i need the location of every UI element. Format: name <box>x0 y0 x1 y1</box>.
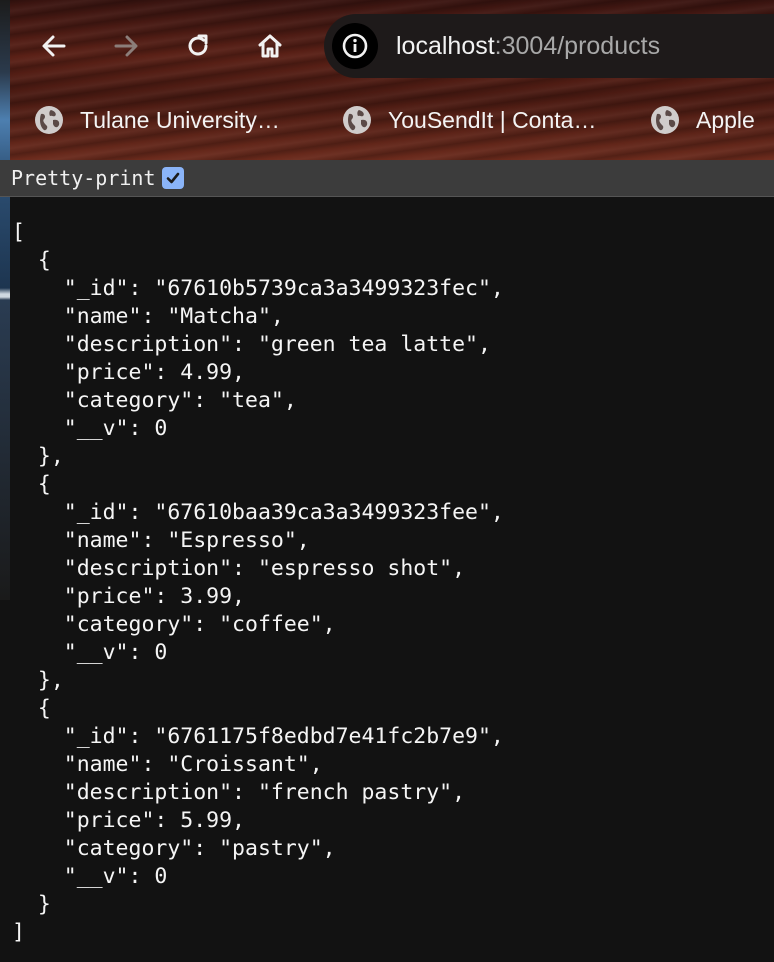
home-icon <box>258 34 282 58</box>
forward-button[interactable] <box>106 26 146 66</box>
json-line: ] <box>12 920 25 945</box>
pretty-print-bar: Pretty-print <box>0 160 774 197</box>
json-line: "_id": "67610baa39ca3a3499323fee", <box>12 500 504 525</box>
reload-icon <box>188 34 208 56</box>
bookmark-tulane[interactable]: Tulane University… <box>34 103 280 137</box>
home-button[interactable] <box>250 26 290 66</box>
json-line: "description": "espresso shot", <box>12 556 466 581</box>
json-line: "_id": "6761175f8edbd7e41fc2b7e9", <box>12 724 504 749</box>
json-line: "name": "Croissant", <box>12 752 323 777</box>
json-line: { <box>12 696 51 721</box>
bookmark-label: YouSendIt | Conta… <box>388 106 597 133</box>
globe-icon <box>343 106 371 134</box>
json-line: "category": "pastry", <box>12 836 336 861</box>
json-line: "category": "tea", <box>12 388 297 413</box>
json-line: "description": "green tea latte", <box>12 332 491 357</box>
browser-chrome: localhost:3004/products Tulane Universit… <box>10 0 774 160</box>
json-line: } <box>12 892 51 917</box>
json-line: { <box>12 248 51 273</box>
json-line: }, <box>12 444 64 469</box>
json-line: "category": "coffee", <box>12 612 336 637</box>
info-icon <box>342 33 368 59</box>
address-bar[interactable]: localhost:3004/products <box>324 14 774 78</box>
bookmark-label: Tulane University… <box>80 106 280 133</box>
globe-icon <box>651 106 679 134</box>
globe-icon <box>35 106 63 134</box>
json-content: [ { "_id": "67610b5739ca3a3499323fec", "… <box>12 219 504 947</box>
background-window-edge <box>0 0 10 600</box>
checkmark-icon <box>166 172 179 184</box>
url-path: :3004/products <box>494 31 661 60</box>
arrow-left-icon <box>42 35 66 57</box>
bookmark-yousendit[interactable]: YouSendIt | Conta… <box>342 103 596 137</box>
arrow-right-icon <box>114 35 138 57</box>
back-button[interactable] <box>34 26 74 66</box>
reload-button[interactable] <box>178 26 218 66</box>
json-line: { <box>12 472 51 497</box>
bookmark-label: Apple <box>696 106 755 133</box>
bookmark-apple[interactable]: Apple <box>650 103 755 137</box>
json-line: "_id": "67610b5739ca3a3499323fec", <box>12 276 504 301</box>
json-line: "__v": 0 <box>12 416 168 441</box>
json-line: "__v": 0 <box>12 864 168 889</box>
json-line: "price": 3.99, <box>12 584 245 609</box>
site-info-button[interactable] <box>332 23 378 69</box>
url-host: localhost <box>396 31 495 60</box>
json-line: "price": 5.99, <box>12 808 245 833</box>
url-text: localhost:3004/products <box>396 32 660 61</box>
json-line: "name": "Espresso", <box>12 528 310 553</box>
json-line: "__v": 0 <box>12 640 168 665</box>
json-line: "name": "Matcha", <box>12 304 284 329</box>
json-line: [ <box>12 220 25 245</box>
json-line: "price": 4.99, <box>12 360 245 385</box>
json-line: }, <box>12 668 64 693</box>
pretty-print-label: Pretty-print <box>11 166 156 190</box>
pretty-print-checkbox[interactable] <box>161 167 184 189</box>
json-line: "description": "french pastry", <box>12 780 466 805</box>
